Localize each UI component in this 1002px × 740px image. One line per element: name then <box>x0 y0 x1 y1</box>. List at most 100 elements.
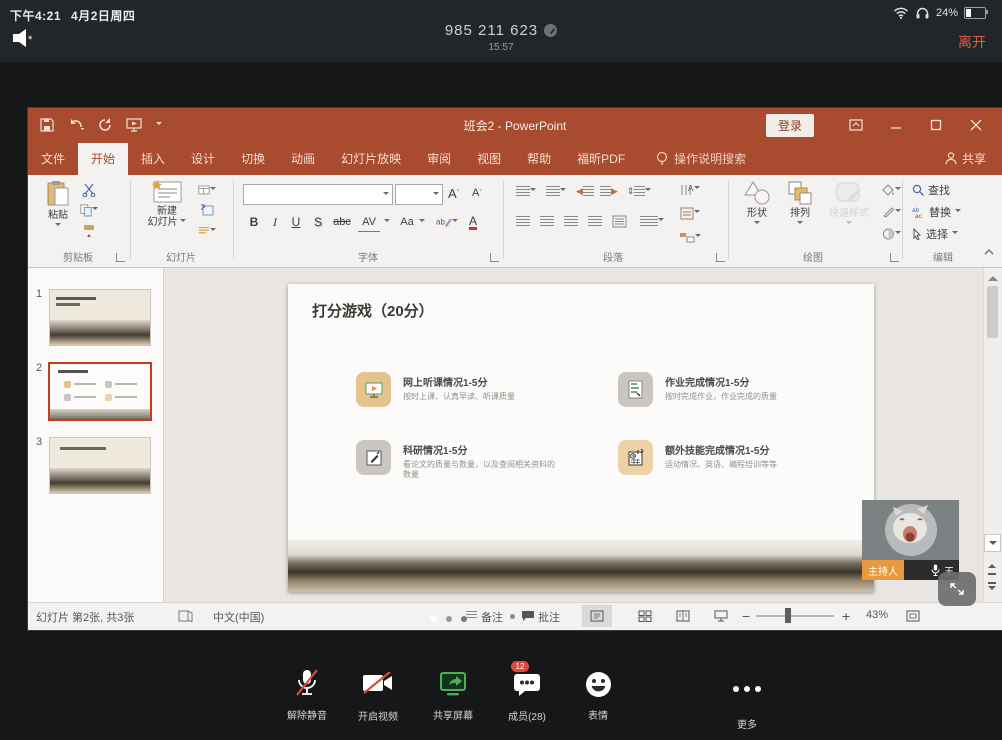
tab-design[interactable]: 设计 <box>178 143 228 175</box>
slide-thumbnail-2-selected[interactable] <box>50 364 150 419</box>
scroll-down-button[interactable] <box>984 534 1001 552</box>
bold-button[interactable]: B <box>246 213 262 231</box>
select-button[interactable]: 选择 <box>912 226 978 242</box>
fit-to-window-icon[interactable] <box>906 610 920 625</box>
redo-icon[interactable] <box>98 118 112 132</box>
undo-icon[interactable] <box>68 119 84 132</box>
italic-button[interactable]: I <box>268 213 282 231</box>
emoji-button[interactable]: 表情 <box>562 668 634 722</box>
font-color-button[interactable]: A <box>466 213 480 231</box>
align-right-button[interactable] <box>562 213 580 229</box>
zoom-in-button[interactable]: + <box>842 608 850 624</box>
slide-sorter-view-button[interactable] <box>630 605 660 627</box>
align-center-button[interactable] <box>538 213 556 229</box>
paragraph-dialog-launcher[interactable] <box>716 253 725 262</box>
character-spacing-button[interactable]: AV <box>358 213 380 232</box>
slide-layout-button[interactable] <box>198 182 216 198</box>
share-button[interactable]: 共享 <box>929 143 1002 175</box>
reading-view-button[interactable] <box>668 605 698 627</box>
find-button[interactable]: 查找 <box>912 182 972 198</box>
drawing-dialog-launcher[interactable] <box>890 253 899 262</box>
current-slide[interactable]: 打分游戏（20分） 网上听课情况1-5分 按时上课、认真早读、听课质量 作业完成… <box>288 284 874 592</box>
unmute-button[interactable]: 解除静音 <box>271 668 343 722</box>
tab-view[interactable]: 视图 <box>464 143 514 175</box>
tab-home[interactable]: 开始 <box>78 143 128 175</box>
share-screen-button[interactable]: 共享屏幕 <box>417 668 489 722</box>
slide-thumbnail-3[interactable] <box>50 438 150 493</box>
normal-view-button[interactable] <box>582 605 612 627</box>
maximize-button[interactable] <box>916 110 956 140</box>
members-button[interactable]: 12 成员(28) <box>491 668 563 723</box>
line-spacing-button[interactable]: ⇕ <box>626 183 652 199</box>
leave-meeting-button[interactable]: 离开 <box>958 32 986 52</box>
justify-button[interactable] <box>586 213 604 229</box>
zoom-slider-track[interactable] <box>756 615 834 617</box>
start-slideshow-icon[interactable] <box>126 118 142 132</box>
change-case-button[interactable]: Aa <box>396 213 418 231</box>
convert-smartart-button[interactable] <box>676 229 704 245</box>
previous-slide-button[interactable] <box>988 560 996 575</box>
accessibility-icon[interactable] <box>178 610 193 625</box>
highlight-button[interactable]: ab <box>436 213 458 231</box>
section-button[interactable] <box>198 223 216 239</box>
copy-button[interactable] <box>80 202 98 218</box>
minimize-button[interactable] <box>876 110 916 140</box>
tab-insert[interactable]: 插入 <box>128 143 178 175</box>
vertical-scrollbar[interactable] <box>983 268 1002 602</box>
strikethrough-button[interactable]: abc <box>330 213 354 231</box>
ribbon-display-options-icon[interactable] <box>836 110 876 140</box>
shape-effects-button[interactable] <box>878 226 904 242</box>
cut-button[interactable] <box>80 182 98 198</box>
meeting-info-icon[interactable] <box>544 24 557 37</box>
tab-slideshow[interactable]: 幻灯片放映 <box>328 143 414 175</box>
distribute-button[interactable] <box>610 213 628 229</box>
increase-font-button[interactable]: Aˆ <box>448 184 459 202</box>
decrease-font-button[interactable]: Aˇ <box>472 184 482 202</box>
tab-transitions[interactable]: 切换 <box>228 143 278 175</box>
zoom-slider-thumb[interactable] <box>785 608 791 623</box>
new-slide-button[interactable]: 新建 幻灯片 <box>142 180 192 228</box>
case-dropdown-icon[interactable] <box>418 213 426 231</box>
tab-review[interactable]: 审阅 <box>414 143 464 175</box>
font-size-combo[interactable] <box>395 184 443 205</box>
align-text-button[interactable] <box>676 205 704 221</box>
comments-toggle[interactable]: 批注 <box>538 609 560 625</box>
text-shadow-button[interactable]: S <box>310 213 326 231</box>
host-video-tile[interactable]: 主持人 王 <box>862 500 959 580</box>
shape-fill-button[interactable] <box>878 182 904 198</box>
language-indicator[interactable]: 中文(中国) <box>213 609 264 625</box>
more-button[interactable]: 更多 <box>711 668 783 731</box>
font-dialog-launcher[interactable] <box>490 253 499 262</box>
reset-slide-button[interactable] <box>198 202 216 218</box>
text-direction-button[interactable]: A <box>676 181 704 197</box>
collapse-panel-button[interactable] <box>938 572 976 606</box>
columns-button[interactable] <box>640 213 664 229</box>
clipboard-dialog-launcher[interactable] <box>116 253 125 262</box>
qat-customize-icon[interactable] <box>156 122 162 128</box>
spacing-dropdown-icon[interactable] <box>383 213 391 231</box>
increase-indent-button[interactable]: ▶ <box>600 183 618 199</box>
login-button[interactable]: 登录 <box>766 114 814 137</box>
notes-toggle[interactable]: 备注 <box>481 609 503 625</box>
quick-styles-button[interactable]: 快速样式 <box>822 180 876 227</box>
bullets-button[interactable] <box>514 183 538 199</box>
slide-thumbnail-1[interactable] <box>50 290 150 345</box>
font-name-combo[interactable] <box>243 184 393 205</box>
meeting-id[interactable]: 985 211 623 <box>445 22 557 39</box>
scroll-up-arrow-icon[interactable] <box>988 271 998 281</box>
scrollbar-thumb[interactable] <box>987 286 998 338</box>
start-video-button[interactable]: 开启视频 <box>342 668 414 723</box>
tell-me-search[interactable]: 操作说明搜索 <box>638 143 758 175</box>
shape-outline-button[interactable] <box>878 204 904 220</box>
zoom-out-button[interactable]: − <box>742 608 750 624</box>
paste-button[interactable]: 粘贴 <box>38 180 78 229</box>
tab-help[interactable]: 帮助 <box>514 143 564 175</box>
align-left-button[interactable] <box>514 213 532 229</box>
slideshow-view-button[interactable] <box>706 605 736 627</box>
save-icon[interactable] <box>40 118 54 132</box>
next-slide-button[interactable] <box>988 582 996 594</box>
tab-animations[interactable]: 动画 <box>278 143 328 175</box>
underline-button[interactable]: U <box>288 213 304 231</box>
numbering-button[interactable] <box>544 183 568 199</box>
close-button[interactable] <box>956 110 996 140</box>
